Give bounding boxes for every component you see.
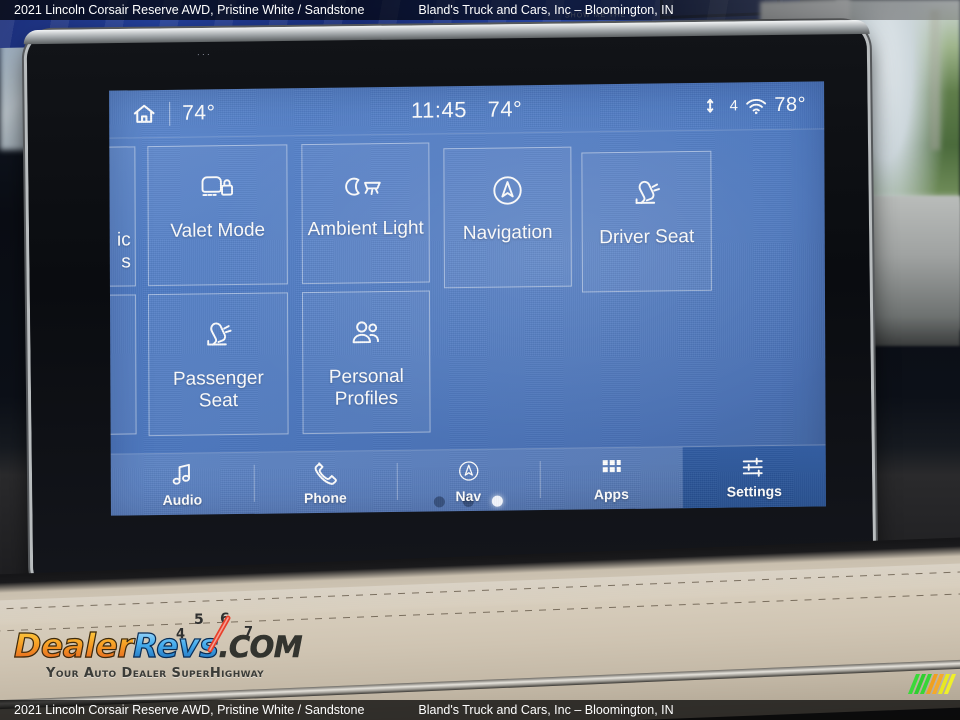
nav-tab-settings[interactable]: Settings [682, 445, 826, 509]
tile-passenger-seat[interactable]: Passenger Seat [147, 292, 289, 437]
logo-word-dealer: Dealer [13, 626, 134, 665]
nav-tab-nav[interactable]: Nav [397, 449, 540, 512]
dealerrevs-logo: 4 5 6 7 DealerRevs.COM Your Auto Dealer … [13, 611, 303, 681]
driver-temperature: 74° [182, 100, 216, 125]
tree-trunk [930, 10, 940, 150]
nav-tab-label: Settings [726, 482, 782, 500]
nav-tab-apps[interactable]: Apps [540, 447, 683, 510]
nav-tab-label: Audio [162, 490, 203, 508]
tile-navigation[interactable]: Navigation [443, 146, 572, 289]
nav-tab-label: Apps [593, 485, 629, 502]
navigation-compass-icon [455, 457, 481, 483]
cabin-temperature: 74° [487, 95, 523, 122]
navigation-compass-icon [488, 170, 526, 210]
svg-text:4: 4 [176, 627, 185, 642]
music-note-icon [170, 461, 194, 487]
tile-personal-profiles[interactable]: Personal Profiles [301, 290, 431, 435]
seat-icon [199, 316, 237, 356]
speedometer-gauge-icon: 4 5 6 7 [176, 611, 253, 653]
vehicle-title: 2021 Lincoln Corsair Reserve AWD, Pristi… [14, 3, 365, 17]
sliders-icon [740, 455, 768, 479]
screenshot-stage: SHOW ME THE CARFAX ··· 74° 11:45 74° [0, 0, 960, 720]
svg-text:5: 5 [194, 612, 204, 628]
status-right-group: 4 78° [707, 94, 807, 118]
moon-light-icon [343, 166, 387, 207]
stripe-watermark [907, 674, 957, 694]
people-icon [346, 314, 386, 355]
nav-tab-label: Nav [455, 487, 482, 504]
wifi-icon [745, 97, 767, 115]
tile-partial-left-bottom[interactable] [109, 294, 137, 436]
vehicle-title: 2021 Lincoln Corsair Reserve AWD, Pristi… [14, 703, 365, 717]
clock: 11:45 [410, 96, 467, 123]
status-divider [169, 101, 171, 126]
seat-icon [627, 174, 665, 214]
bezel-indicator-dots: ··· [196, 48, 212, 60]
apps-grid-icon [598, 455, 624, 481]
svg-text:7: 7 [244, 625, 253, 640]
glovebox-lock-icon [196, 168, 238, 209]
nav-tab-phone[interactable]: Phone [254, 451, 397, 514]
tile-ambient-light[interactable]: Ambient Light [301, 142, 430, 285]
tile-partial-left-top[interactable]: ic s [109, 146, 136, 288]
caption-bar-bottom: 2021 Lincoln Corsair Reserve AWD, Pristi… [0, 700, 960, 720]
home-button[interactable] [131, 101, 157, 127]
data-transfer-icon [707, 96, 723, 116]
phone-icon [312, 459, 338, 485]
dealer-name: Bland's Truck and Cars, Inc – Bloomingto… [418, 3, 674, 17]
tile-valet-mode[interactable]: Valet Mode [147, 144, 288, 287]
caption-bar-top: 2021 Lincoln Corsair Reserve AWD, Pristi… [0, 0, 960, 20]
home-icon [131, 101, 157, 127]
dealer-name: Bland's Truck and Cars, Inc – Bloomingto… [418, 703, 674, 717]
bottom-nav-bar: Audio Phone Nav Apps Settings [110, 444, 826, 516]
data-signal-level: 4 [729, 97, 739, 115]
tile-driver-seat[interactable]: Driver Seat [581, 150, 712, 293]
nav-tab-audio[interactable]: Audio [111, 453, 254, 516]
logo-tagline: Your Auto Dealer SuperHighway [46, 666, 264, 681]
outside-temperature: 78° [774, 93, 807, 116]
infotainment-display[interactable]: 74° 11:45 74° 4 78° ic s Valet Mode Ambi… [109, 81, 826, 516]
nav-tab-label: Phone [303, 489, 347, 506]
feature-tile-grid: ic s Valet Mode Ambient Light Navigation… [109, 129, 825, 458]
leather-highlight [0, 562, 960, 628]
